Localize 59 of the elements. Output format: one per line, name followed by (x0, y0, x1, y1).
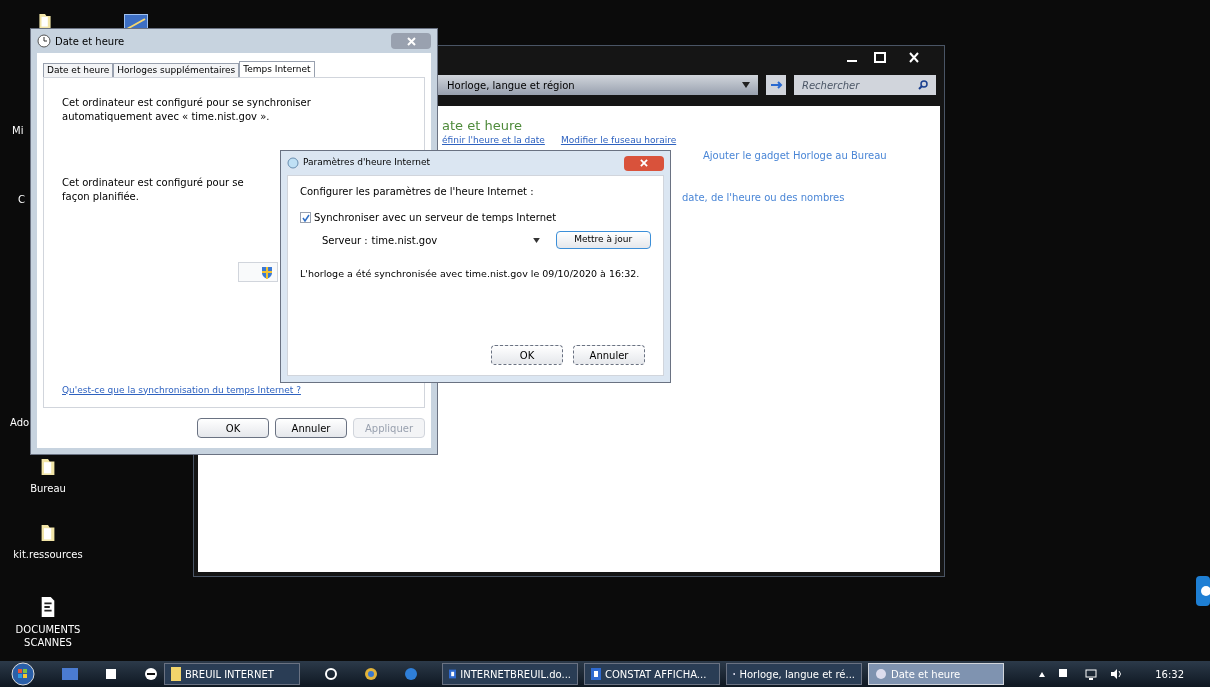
dialog-button[interactable]: OK (197, 418, 269, 438)
window-title: Paramètres d'heure Internet (303, 156, 430, 170)
taskbar-button[interactable]: BREUIL INTERNET (164, 663, 300, 685)
taskbar-button[interactable]: CONSTAT AFFICHA... (584, 663, 720, 685)
sync-description: Cet ordinateur est configuré pour se synchroniser automatiquement avec « time.nist.gov ». (62, 96, 312, 124)
dropdown-icon[interactable] (742, 82, 750, 88)
settings-link[interactable]: Ajouter le gadget Horloge au Bureau (703, 148, 887, 163)
taskbar-button[interactable]: INTERNETBREUIL.do... (442, 663, 578, 685)
desktop-icon-label[interactable]: Ado (10, 417, 30, 428)
dialog-button[interactable]: Annuler (573, 345, 645, 365)
settings-link[interactable]: Modifier le fuseau horaire (560, 135, 677, 146)
help-link[interactable]: Qu'est-ce que la synchronisation du temps Internet ? (62, 383, 406, 397)
sync-description: Cet ordinateur est configuré pour se (62, 176, 245, 190)
show-hidden-icon[interactable] (1039, 671, 1046, 677)
dialog-intro: Configurer les paramètres de l'heure Internet : (300, 185, 535, 199)
close-button[interactable] (391, 33, 431, 49)
dropdown-icon[interactable] (532, 237, 540, 243)
dialog-button[interactable]: OK (491, 345, 563, 365)
close-button[interactable] (624, 155, 664, 171)
update-button[interactable]: Mettre à jour (555, 231, 651, 249)
search-icon[interactable] (918, 80, 928, 90)
minus-circle-icon[interactable] (144, 667, 158, 681)
server-label: Serveur : (322, 233, 369, 248)
desktop-icon-label[interactable]: Bureau (30, 482, 66, 495)
shield-icon (261, 265, 273, 279)
document-icon (39, 595, 57, 619)
app-icon (1196, 576, 1210, 606)
sync-status: L'horloge a été synchronisée avec time.nist.gov le 09/10/2020 à 16:32. (300, 267, 640, 281)
change-settings-button[interactable] (238, 262, 278, 282)
desktop-icon-label[interactable]: kit.ressources (13, 548, 83, 561)
settings-link[interactable]: date, de l'heure ou des nombres (682, 190, 845, 205)
taskbar-button[interactable]: Horloge, langue et ré... (726, 663, 862, 685)
start-button-icon[interactable] (10, 662, 36, 686)
document-icon (449, 668, 457, 680)
checkbox-label: Synchroniser avec un serveur de temps Internet (314, 211, 557, 225)
browser-icon[interactable] (364, 667, 378, 681)
desktop-icon-label[interactable]: C (18, 194, 25, 205)
network-icon[interactable] (1085, 668, 1098, 680)
sync-description: façon planifiée. (62, 190, 139, 204)
check-icon (301, 213, 310, 222)
server-dropdown[interactable]: time.nist.gov (371, 231, 544, 249)
refresh-icon[interactable] (766, 75, 786, 95)
folder-icon (38, 12, 52, 30)
section-heading: ate et heure (442, 118, 522, 134)
desktop-icon-label[interactable]: Mi (12, 125, 24, 136)
clock[interactable]: 16:32 (1155, 666, 1184, 682)
volume-icon[interactable] (1111, 669, 1124, 679)
document-icon (591, 668, 601, 680)
sync-checkbox[interactable] (300, 212, 311, 223)
folder-icon (40, 522, 56, 544)
settings-link[interactable]: éfinir l'heure et la date (442, 135, 545, 146)
desktop-icon-label[interactable]: DOCUMENTS SCANNES (10, 623, 86, 649)
clock-icon (37, 34, 51, 48)
folder-icon (171, 667, 181, 681)
folder-icon (40, 456, 56, 478)
browser-icon[interactable] (324, 667, 338, 681)
window-title: Date et heure (55, 34, 125, 49)
clock-icon (287, 157, 299, 169)
dialog-button[interactable]: Annuler (275, 418, 347, 438)
